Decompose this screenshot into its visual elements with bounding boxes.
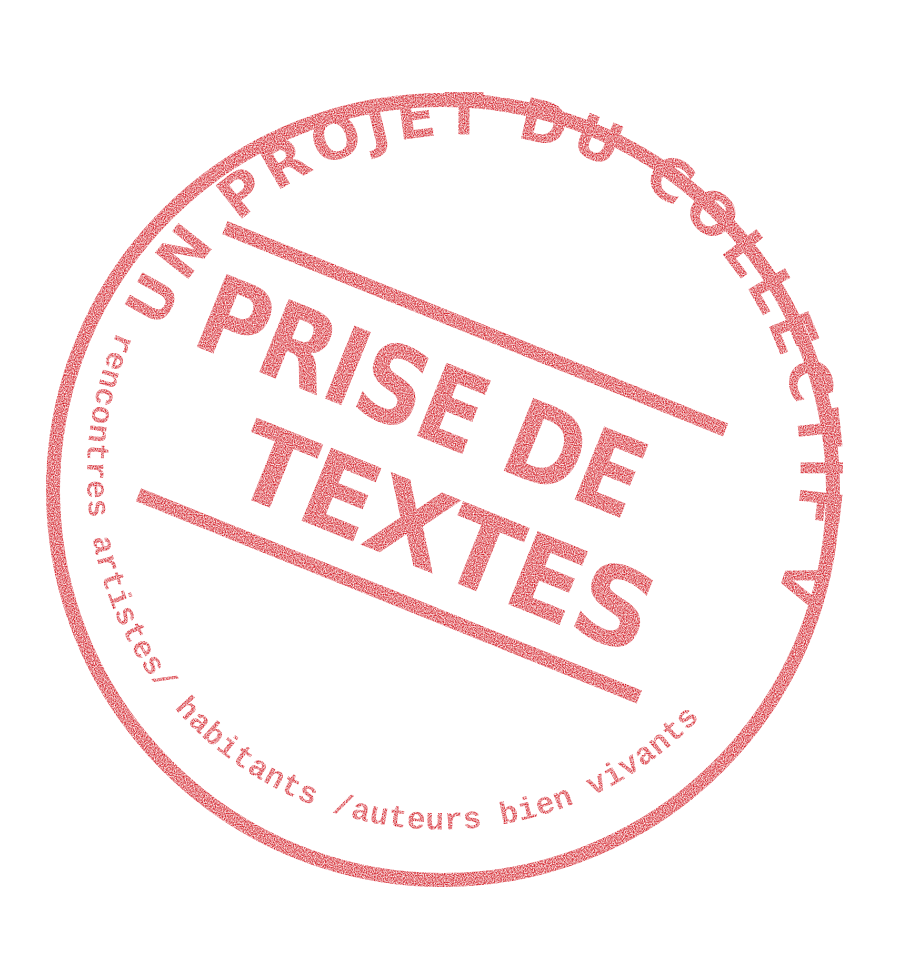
- stamp: UN PROJET DU COLLECTIF VRAC rencontres a…: [0, 0, 912, 969]
- stamp-graphic: UN PROJET DU COLLECTIF VRAC rencontres a…: [0, 0, 849, 887]
